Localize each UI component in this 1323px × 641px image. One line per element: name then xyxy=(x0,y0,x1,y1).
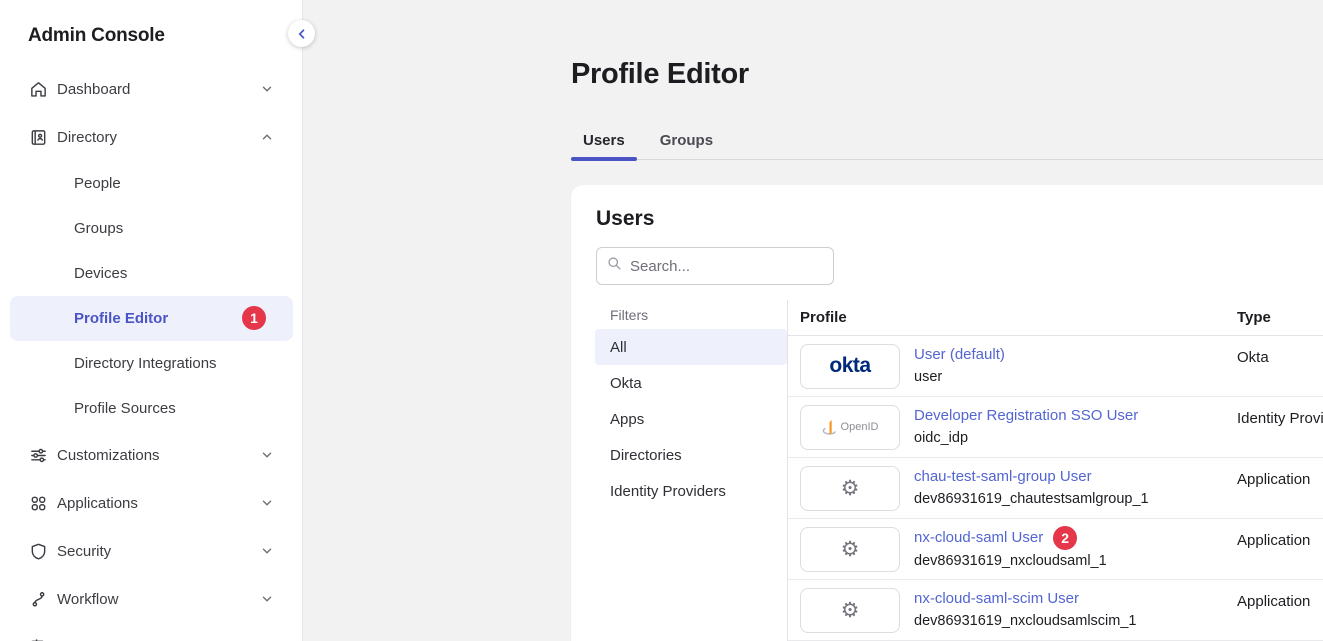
sliders-icon xyxy=(28,445,48,465)
admin-console-app: Admin Console Dashboard Directory xyxy=(0,0,1323,641)
app-logo: ⚙ xyxy=(800,527,900,572)
sidebar-nav: Dashboard Directory People Groups Device… xyxy=(0,65,302,623)
sidebar-item-groups[interactable]: Groups xyxy=(0,206,302,251)
sidebar-item-security[interactable]: Security xyxy=(0,527,302,575)
sidebar-item-label: Dashboard xyxy=(57,81,130,98)
search-box xyxy=(596,247,834,285)
sidebar-item-label: Security xyxy=(57,543,111,560)
app-logo: ⚙ xyxy=(800,588,900,633)
sidebar: Admin Console Dashboard Directory xyxy=(0,0,303,641)
chevron-up-icon xyxy=(260,130,274,144)
page-title: Profile Editor xyxy=(571,58,749,91)
profile-link[interactable]: nx-cloud-saml-scim User xyxy=(914,587,1079,610)
sidebar-item-devices[interactable]: Devices xyxy=(0,251,302,296)
profile-type: Okta xyxy=(1237,336,1323,366)
sidebar-title: Admin Console xyxy=(28,25,165,47)
sidebar-item-label: Directory xyxy=(57,129,117,146)
sidebar-item-workflow[interactable]: Workflow xyxy=(0,575,302,623)
id-card-icon xyxy=(28,127,48,147)
tab-bar: Users Groups xyxy=(571,122,1323,160)
gear-icon: ⚙ xyxy=(841,478,860,499)
notification-badge: 2 xyxy=(1053,526,1077,550)
sidebar-item-label: Customizations xyxy=(57,447,160,464)
profile-link[interactable]: User (default) xyxy=(914,343,1005,366)
openid-logo: OpenID xyxy=(800,405,900,450)
panel-title: Users xyxy=(596,207,654,231)
table-row: OpenID Developer Registration SSO User o… xyxy=(788,397,1323,458)
filter-identity-providers[interactable]: Identity Providers xyxy=(595,473,787,509)
table-row: ⚙ nx-cloud-saml User 2 dev86931619_nxclou… xyxy=(788,519,1323,580)
search-icon xyxy=(607,256,622,276)
filter-apps[interactable]: Apps xyxy=(595,401,787,437)
profile-link[interactable]: chau-test-saml-group User xyxy=(914,465,1092,488)
home-icon xyxy=(28,79,48,99)
chevron-down-icon xyxy=(260,496,274,510)
table-row: ⚙ nx-cloud-saml-scim User dev86931619_nx… xyxy=(788,580,1323,641)
sidebar-item-applications[interactable]: Applications xyxy=(0,479,302,527)
okta-logo: okta xyxy=(800,344,900,389)
sidebar-item-profile-sources[interactable]: Profile Sources xyxy=(0,386,302,431)
profile-type: Application xyxy=(1237,458,1323,488)
profiles-table: Profile Type okta User (default) user Ok… xyxy=(787,300,1323,641)
apps-grid-icon xyxy=(28,493,48,513)
filters-list: Filters All Okta Apps Directories Identi… xyxy=(571,300,787,641)
profile-link[interactable]: nx-cloud-saml User xyxy=(914,526,1043,549)
profile-id: dev86931619_chautestsamlgroup_1 xyxy=(914,488,1237,511)
panel-body: Filters All Okta Apps Directories Identi… xyxy=(571,300,1323,641)
search-input[interactable] xyxy=(630,258,829,275)
gear-icon: ⚙ xyxy=(841,600,860,621)
sidebar-item-label: Applications xyxy=(57,495,138,512)
chevron-down-icon xyxy=(260,448,274,462)
workflow-icon xyxy=(28,589,48,609)
tab-groups[interactable]: Groups xyxy=(648,122,725,159)
profile-id: dev86931619_nxcloudsamlscim_1 xyxy=(914,610,1237,633)
sidebar-item-directory[interactable]: Directory xyxy=(0,113,302,161)
profile-id: user xyxy=(914,366,1237,389)
filter-directories[interactable]: Directories xyxy=(595,437,787,473)
shield-icon xyxy=(28,541,48,561)
filters-title: Filters xyxy=(595,300,787,329)
chevron-down-icon xyxy=(260,82,274,96)
profile-link[interactable]: Developer Registration SSO User xyxy=(914,404,1138,427)
users-panel: Users Filters All Okta Apps Directories … xyxy=(571,185,1323,641)
table-row: okta User (default) user Okta xyxy=(788,336,1323,397)
profile-type: Application xyxy=(1237,580,1323,610)
sidebar-item-profile-editor[interactable]: Profile Editor 1 xyxy=(10,296,293,341)
profile-id: dev86931619_nxcloudsaml_1 xyxy=(914,550,1237,573)
table-row: ⚙ chau-test-saml-group User dev86931619_… xyxy=(788,458,1323,519)
filter-all[interactable]: All xyxy=(595,329,787,365)
tab-users[interactable]: Users xyxy=(571,122,637,159)
sidebar-item-customizations[interactable]: Customizations xyxy=(0,431,302,479)
sidebar-item-label: Workflow xyxy=(57,591,118,608)
notification-badge: 1 xyxy=(242,306,266,330)
sidebar-item-people[interactable]: People xyxy=(0,161,302,206)
sidebar-collapse-button[interactable] xyxy=(288,20,315,47)
profile-type: Application xyxy=(1237,519,1323,549)
sidebar-item-dashboard[interactable]: Dashboard xyxy=(0,65,302,113)
profile-id: oidc_idp xyxy=(914,427,1237,450)
sidebar-item-directory-integrations[interactable]: Directory Integrations xyxy=(0,341,302,386)
app-logo: ⚙ xyxy=(800,466,900,511)
filter-okta[interactable]: Okta xyxy=(595,365,787,401)
chevron-down-icon xyxy=(260,544,274,558)
profile-type: Identity Provider xyxy=(1237,397,1323,427)
table-header-row: Profile Type xyxy=(788,300,1323,336)
gear-icon: ⚙ xyxy=(841,539,860,560)
chevron-down-icon xyxy=(260,592,274,606)
main-content: Profile Editor Users Groups Users Filter… xyxy=(303,0,1323,641)
column-header-profile: Profile xyxy=(788,309,1237,326)
column-header-type: Type xyxy=(1237,309,1323,326)
